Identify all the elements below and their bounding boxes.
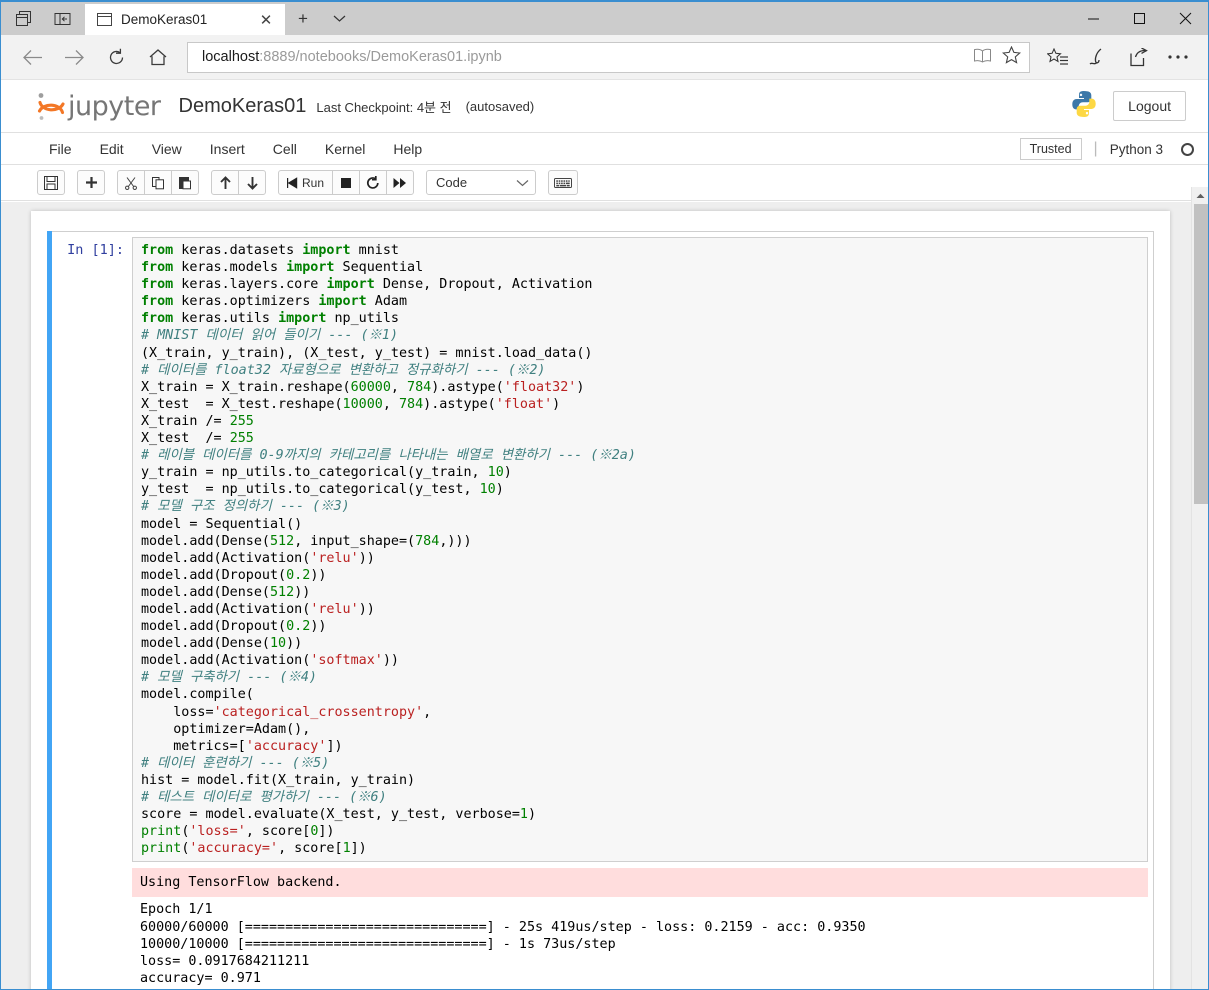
save-button[interactable] — [37, 170, 65, 195]
favorites-hub-icon[interactable] — [1038, 39, 1078, 75]
cell-body: from keras.datasets import mnist from ke… — [132, 237, 1148, 989]
tab-preview-icon[interactable] — [3, 2, 43, 35]
tab-strip-left-buttons — [1, 2, 85, 35]
browser-toolbar-right — [1038, 39, 1198, 75]
maximize-button[interactable] — [1116, 2, 1162, 35]
window-controls — [1070, 2, 1208, 35]
notebook-scroll-area[interactable]: In [1]: from keras.datasets import mnist… — [1, 202, 1208, 989]
trusted-badge[interactable]: Trusted — [1019, 138, 1082, 160]
stdout-text: Epoch 1/1 60000/60000 [=================… — [140, 902, 866, 986]
last-checkpoint: Last Checkpoint: 4분 전 — [316, 99, 452, 115]
browser-tab[interactable]: DemoKeras01 ✕ — [85, 4, 285, 35]
logout-button[interactable]: Logout — [1113, 91, 1186, 121]
refresh-icon[interactable] — [95, 39, 137, 75]
toolbar-group-run: Run — [278, 170, 415, 195]
autosave-status: (autosaved) — [465, 98, 535, 114]
toolbar-group-clipboard — [117, 170, 199, 195]
insert-cell-below-button[interactable] — [77, 170, 105, 195]
url-path: :8889/notebooks/DemoKeras01.ipynb — [259, 49, 502, 65]
menu-help[interactable]: Help — [379, 133, 436, 165]
jupyter-header-right: Logout — [1069, 89, 1186, 124]
vertical-scrollbar[interactable] — [1191, 187, 1208, 989]
book-icon[interactable] — [973, 48, 992, 67]
menu-file[interactable]: File — [35, 133, 86, 165]
cut-button[interactable] — [117, 170, 145, 195]
notebook-name[interactable]: DemoKeras01 — [179, 95, 307, 118]
cell-prompt: In [1]: — [67, 242, 124, 258]
minimize-button[interactable] — [1070, 2, 1116, 35]
cell-type-select[interactable]: Code — [426, 170, 537, 195]
share-icon[interactable] — [1118, 39, 1158, 75]
kernel-name: Python 3 — [1109, 141, 1163, 157]
cell-type-value: Code — [436, 175, 468, 190]
code-editor[interactable]: from keras.datasets import mnist from ke… — [132, 237, 1148, 863]
jupyter-logo[interactable]: jupyter — [35, 90, 161, 123]
menu-insert[interactable]: Insert — [196, 133, 259, 165]
address-bar-icons — [963, 45, 1022, 68]
scrollbar-thumb[interactable] — [1194, 204, 1208, 504]
title-bar: DemoKeras01 ✕ + — [1, 2, 1208, 35]
python-logo-icon — [1069, 89, 1099, 124]
scroll-up-icon[interactable] — [1192, 187, 1208, 204]
back-icon[interactable] — [11, 39, 53, 75]
browser-nav-bar: localhost:8889/notebooks/DemoKeras01.ipy… — [1, 35, 1208, 80]
command-palette-button[interactable] — [548, 170, 579, 195]
jupyter-toolbar: Run Code — [1, 165, 1208, 201]
code-cell[interactable]: In [1]: from keras.datasets import mnist… — [47, 231, 1154, 989]
forward-icon[interactable] — [53, 39, 95, 75]
move-cell-up-button[interactable] — [211, 170, 239, 195]
stderr-text: Using TensorFlow backend. — [140, 875, 342, 891]
kernel-status-icon[interactable] — [1181, 142, 1194, 156]
more-icon[interactable] — [1158, 39, 1198, 75]
url-text: localhost:8889/notebooks/DemoKeras01.ipy… — [202, 49, 963, 65]
close-button[interactable] — [1162, 2, 1208, 35]
star-icon[interactable] — [1001, 45, 1022, 68]
copy-button[interactable] — [144, 170, 172, 195]
cell-output-stdout: Epoch 1/1 60000/60000 [=================… — [132, 897, 1148, 989]
chevron-down-icon[interactable] — [321, 2, 357, 35]
kernel-indicator-area: Trusted | Python 3 — [1019, 133, 1194, 165]
browser-window: DemoKeras01 ✕ + localhost:8889/notebooks… — [0, 0, 1209, 990]
jupyter-menubar: File Edit View Insert Cell Kernel Help T… — [1, 133, 1208, 165]
menu-view[interactable]: View — [138, 133, 196, 165]
cell-selection-bar — [47, 231, 52, 989]
toolbar-group-palette — [548, 170, 579, 195]
jupyter-header: jupyter DemoKeras01 Last Checkpoint: 4분 … — [1, 80, 1208, 133]
jupyter-logo-icon — [37, 92, 65, 120]
menu-kernel[interactable]: Kernel — [311, 133, 379, 165]
cell-output-stderr: Using TensorFlow backend. — [132, 868, 1148, 898]
move-cell-down-button[interactable] — [238, 170, 266, 195]
restart-run-all-button[interactable] — [386, 170, 415, 195]
toolbar-group-move — [211, 170, 266, 195]
toolbar-group-save — [37, 170, 65, 195]
run-button[interactable]: Run — [278, 170, 334, 195]
tab-title: DemoKeras01 — [121, 12, 208, 27]
menu-cell[interactable]: Cell — [259, 133, 311, 165]
code-source[interactable]: from keras.datasets import mnist from ke… — [141, 242, 1141, 857]
url-host: localhost — [202, 49, 260, 65]
toolbar-group-insert — [77, 170, 105, 195]
run-button-label: Run — [302, 175, 325, 190]
address-bar[interactable]: localhost:8889/notebooks/DemoKeras01.ipy… — [187, 41, 1030, 73]
interrupt-kernel-button[interactable] — [332, 170, 361, 195]
close-icon[interactable]: ✕ — [253, 7, 279, 33]
chevron-down-icon — [516, 179, 529, 186]
jupyter-logo-text: jupyter — [68, 90, 161, 122]
new-tab-button[interactable]: + — [285, 2, 321, 35]
paste-button[interactable] — [171, 170, 199, 195]
notebook-page: In [1]: from keras.datasets import mnist… — [31, 211, 1170, 989]
restart-kernel-button[interactable] — [359, 170, 388, 195]
home-icon[interactable] — [137, 39, 179, 75]
window-icon — [95, 11, 113, 29]
divider: | — [1093, 140, 1098, 157]
set-tabs-aside-icon[interactable] — [43, 2, 83, 35]
menu-edit[interactable]: Edit — [86, 133, 138, 165]
web-notes-icon[interactable] — [1078, 39, 1118, 75]
